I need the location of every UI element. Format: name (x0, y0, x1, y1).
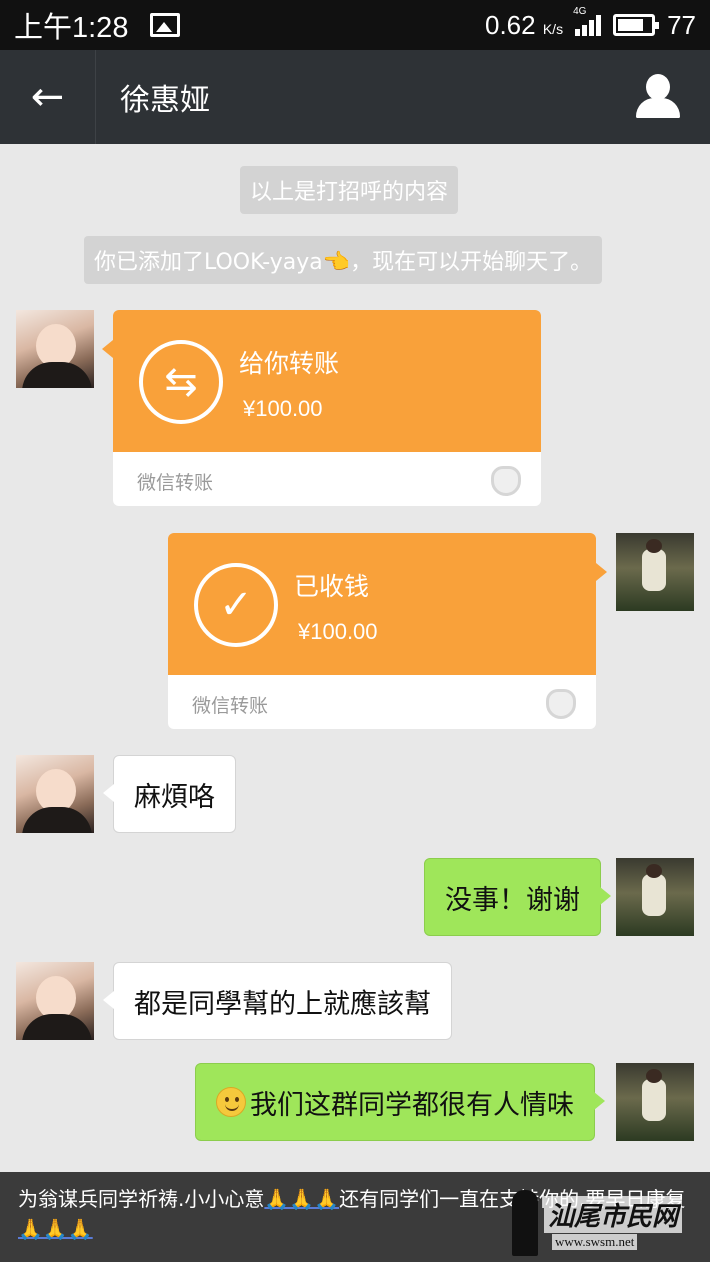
person-icon (646, 74, 670, 100)
transfer-card-received[interactable]: ✓ 已收钱 ¥100.00 微信转账 (168, 533, 607, 729)
watermark-url: www.swsm.net (552, 1234, 638, 1250)
incoming-message[interactable]: 麻煩咯 (103, 755, 236, 833)
incoming-message[interactable]: 都是同學幫的上就應該幫 (103, 962, 452, 1040)
system-message: 你已添加了LOOK-yaya👈，现在可以开始聊天了。 (84, 236, 603, 284)
transfer-amount: ¥100.00 (298, 619, 378, 644)
back-button[interactable]: ← (0, 50, 96, 144)
system-message: 以上是打招呼的内容 (240, 166, 459, 214)
image-notification-icon (150, 13, 181, 37)
battery-percent: 77 (667, 9, 696, 40)
network-speed: 0.62 K/s (485, 9, 564, 40)
person-silhouette-icon (512, 1190, 538, 1256)
shield-icon (546, 689, 576, 719)
smile-emoji-icon (216, 1087, 246, 1117)
contact-avatar[interactable] (16, 962, 94, 1040)
transfer-icon: ⇆ (139, 340, 223, 424)
status-time: 上午1:28 (14, 12, 129, 44)
transfer-card-sent[interactable]: ⇆ 给你转账 ¥100.00 微信转账 (102, 310, 541, 506)
signal-icon: 4G (573, 6, 602, 36)
my-avatar[interactable] (616, 858, 694, 936)
shield-icon (491, 466, 521, 496)
transfer-title: 已收钱 (294, 572, 370, 601)
check-icon: ✓ (194, 563, 278, 647)
contact-avatar[interactable] (16, 310, 94, 388)
site-watermark: 汕尾市民网 www.swsm.net (512, 1190, 702, 1258)
status-bar: 上午1:28 0.62 K/s 4G 77 (0, 0, 710, 50)
my-avatar[interactable] (616, 533, 694, 611)
back-arrow-icon: ← (30, 74, 65, 120)
network-type: 4G (573, 6, 587, 17)
chat-title: 徐惠娅 (120, 83, 210, 118)
chat-header: ← 徐惠娅 (0, 50, 710, 144)
battery-icon (613, 14, 660, 36)
outgoing-message[interactable]: 没事！谢谢 (424, 858, 611, 936)
pray-emoji-icon: 🙏🙏🙏 (264, 1187, 340, 1211)
profile-button[interactable] (634, 72, 682, 122)
watermark-name: 汕尾市民网 (544, 1196, 683, 1233)
transfer-footer: 微信转账 (137, 472, 214, 494)
transfer-amount: ¥100.00 (243, 396, 323, 421)
transfer-footer: 微信转账 (192, 695, 269, 717)
transfer-title: 给你转账 (239, 349, 340, 378)
pray-emoji-icon: 🙏🙏🙏 (18, 1217, 93, 1241)
battery-fill (618, 19, 643, 31)
contact-avatar[interactable] (16, 755, 94, 833)
outgoing-message[interactable]: 我们这群同学都很有人情味 (195, 1063, 605, 1141)
my-avatar[interactable] (616, 1063, 694, 1141)
